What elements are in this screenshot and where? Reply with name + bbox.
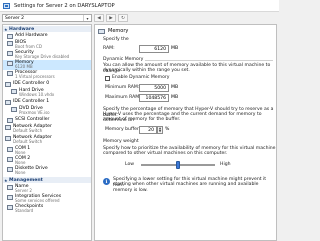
enable-dynamic-memory-checkbox[interactable] xyxy=(105,76,110,81)
tree-item-add-hardware[interactable]: Add Hardware xyxy=(3,33,91,39)
tree-item-security[interactable]: Security Key Storage Drive disabled xyxy=(3,50,91,60)
title-bar: Settings for Server 2 on DARYSLAPTOP xyxy=(0,0,279,12)
memory-settings-panel: Memory Specify the RAM: 6120 MB Dynamic … xyxy=(94,24,277,241)
dynamic-memory-desc-2: dynamically within the range you set. xyxy=(103,68,190,73)
info-text-2: starting when other virtual machines are… xyxy=(113,182,259,193)
tree-item-hard-drive[interactable]: Hard Drive Windows 10.vhdx xyxy=(3,88,91,98)
minimum-ram-label: Minimum RAM: xyxy=(105,85,140,90)
memory-weight-desc-2: compared to other virtual machines on th… xyxy=(103,151,228,156)
memory-buffer-unit: % xyxy=(165,127,170,132)
dynamic-memory-header: Dynamic Memory xyxy=(103,57,144,62)
tree-item-checkpoints[interactable]: Checkpoints Standard xyxy=(3,204,91,214)
memory-weight-high-label: High xyxy=(220,162,231,167)
ram-input[interactable]: 6120 xyxy=(139,45,169,53)
settings-tree: ★ Hardware Add Hardware BIOS Boot from CD… xyxy=(2,24,92,241)
refresh-icon[interactable]: ↻ xyxy=(118,14,128,22)
memory-heading: Memory xyxy=(98,28,128,34)
scsi-controller-icon xyxy=(7,118,13,123)
memory-weight-low-label: Low xyxy=(125,162,135,167)
tree-item-diskette-drive[interactable]: Diskette Drive None xyxy=(3,166,91,176)
maximum-ram-input[interactable]: 1048576 xyxy=(139,94,169,102)
settings-app-icon xyxy=(3,2,10,9)
tree-item-dvd-drive[interactable]: DVD Drive Proxmox VE.iso xyxy=(3,106,91,116)
bios-icon xyxy=(7,41,13,46)
minimum-ram-unit: MB xyxy=(171,85,179,90)
add-hardware-icon xyxy=(7,34,13,39)
ram-label: RAM: xyxy=(103,46,115,51)
tree-item-ide-controller-1[interactable]: IDE Controller 1 xyxy=(3,99,91,105)
memory-buffer-input[interactable]: 20 xyxy=(139,126,157,134)
ram-unit: MB xyxy=(171,46,179,51)
info-icon: i xyxy=(103,178,110,185)
ide-controller-icon xyxy=(5,100,11,105)
network-adapter-icon xyxy=(5,136,11,141)
tree-item-network-adapter-1[interactable]: Network Adapter Default Switch xyxy=(3,124,91,134)
memory-weight-header: Memory weight xyxy=(103,139,139,144)
vm-selector-value: Server 2 xyxy=(5,15,25,21)
com-port-icon xyxy=(7,147,13,152)
toolbar: ◀ ▶ ↻ xyxy=(94,14,128,22)
network-adapter-icon xyxy=(5,125,11,130)
collapse-icon: ★ xyxy=(4,177,8,183)
memory-buffer-desc-3: amount of memory for the buffer. xyxy=(103,117,181,122)
checkpoints-icon xyxy=(7,205,13,210)
com-port-icon xyxy=(7,157,13,162)
tree-item-ide-controller-0[interactable]: IDE Controller 0 xyxy=(3,81,91,87)
hard-drive-icon xyxy=(11,89,17,94)
memory-icon xyxy=(98,28,105,34)
tree-item-scsi-controller[interactable]: SCSI Controller xyxy=(3,117,91,123)
collapse-icon: ★ xyxy=(4,26,8,32)
tree-item-bios[interactable]: BIOS Boot from CD xyxy=(3,40,91,50)
integration-services-icon xyxy=(7,195,13,200)
maximum-ram-unit: MB xyxy=(171,95,179,100)
name-icon xyxy=(7,185,13,190)
memory-buffer-label: Memory buffer: xyxy=(105,127,141,132)
tree-item-com-2[interactable]: COM 2 None xyxy=(3,156,91,166)
tree-item-name[interactable]: Name Server 2 xyxy=(3,184,91,194)
back-arrow-icon[interactable]: ◀ xyxy=(94,14,104,22)
vm-selector-dropdown[interactable]: Server 2 ▾ xyxy=(2,14,92,22)
hardware-section-header[interactable]: ★ Hardware xyxy=(3,26,91,32)
memory-buffer-spinner[interactable]: ▲ ▼ xyxy=(157,126,163,134)
group-divider xyxy=(145,60,273,61)
tree-item-processor[interactable]: Processor 1 Virtual processors xyxy=(3,70,91,80)
maximum-ram-label: Maximum RAM: xyxy=(105,95,141,100)
diskette-icon xyxy=(7,167,13,172)
minimum-ram-input[interactable]: 5000 xyxy=(139,84,169,92)
enable-dynamic-memory-label: Enable Dynamic Memory xyxy=(112,75,170,80)
forward-arrow-icon[interactable]: ▶ xyxy=(106,14,116,22)
tree-item-com-1[interactable]: COM 1 None xyxy=(3,146,91,156)
tree-item-network-adapter-2[interactable]: Network Adapter Default Switch xyxy=(3,135,91,145)
dvd-drive-icon xyxy=(11,107,17,112)
management-section-header[interactable]: ★ Management xyxy=(3,177,91,183)
tree-item-integration-services[interactable]: Integration Services Some services offere… xyxy=(3,194,91,204)
processor-icon xyxy=(7,71,13,76)
shield-icon xyxy=(7,51,13,56)
window-title: Settings for Server 2 on DARYSLAPTOP xyxy=(14,2,115,9)
chevron-down-icon: ▾ xyxy=(83,15,91,21)
ide-controller-icon xyxy=(5,82,11,87)
tree-item-memory[interactable]: Memory 6120 MB xyxy=(3,60,91,70)
specify-ram-text: Specify the xyxy=(103,37,129,42)
memory-icon xyxy=(7,61,13,66)
memory-weight-slider-thumb[interactable] xyxy=(176,161,180,169)
spin-down-icon[interactable]: ▼ xyxy=(159,130,161,133)
